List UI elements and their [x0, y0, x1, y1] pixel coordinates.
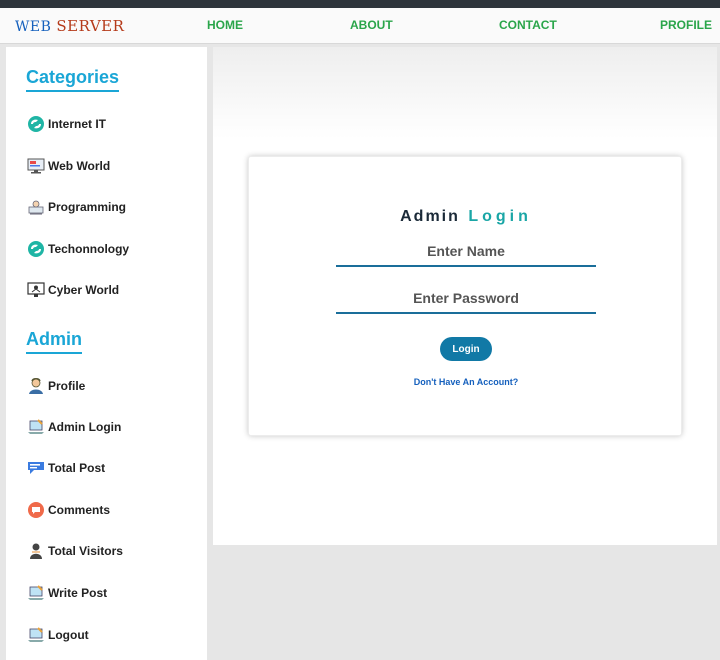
sidebar-item-label: Write Post	[48, 586, 108, 600]
sidebar-item-label: Cyber World	[48, 283, 120, 297]
sidebar-item-label: Total Visitors	[48, 544, 123, 558]
sidebar-item-internet-it[interactable]: Internet IT	[26, 114, 106, 134]
internet-icon	[26, 114, 46, 134]
sidebar-item-label: Web World	[48, 159, 111, 173]
sidebar-item-label: Logout	[48, 628, 89, 642]
sidebar-item-comments[interactable]: Comments	[26, 500, 110, 520]
sidebar-item-admin-login[interactable]: Admin Login	[26, 417, 121, 437]
login-title: Admin Login	[249, 208, 683, 226]
categories-heading: Categories	[26, 67, 120, 92]
sidebar-item-write-post[interactable]: Write Post	[26, 583, 107, 603]
sidebar: Categories Internet IT Web World Program…	[6, 47, 207, 660]
sidebar-item-label: Profile	[48, 379, 86, 393]
comment-icon	[26, 500, 46, 520]
sidebar-item-web-world[interactable]: Web World	[26, 156, 110, 176]
sidebar-item-cyber-world[interactable]: Cyber World	[26, 280, 119, 300]
site-logo[interactable]: WEB SERVER	[15, 17, 124, 35]
sidebar-item-total-visitors[interactable]: Total Visitors	[26, 541, 123, 561]
laptop-icon	[26, 625, 46, 645]
sidebar-item-programming[interactable]: Programming	[26, 197, 126, 217]
laptop-icon	[26, 417, 46, 437]
password-input[interactable]	[336, 284, 596, 314]
sidebar-item-label: Programming	[48, 200, 127, 214]
logo-word-server: SERVER	[56, 17, 125, 35]
blog-icon	[26, 458, 46, 478]
technology-icon	[26, 239, 46, 259]
programming-icon	[26, 197, 46, 217]
visitor-icon	[26, 541, 46, 561]
sidebar-item-total-post[interactable]: Total Post	[26, 458, 105, 478]
monitor-icon	[26, 156, 46, 176]
sidebar-item-label: Total Post	[48, 461, 106, 475]
name-input[interactable]	[336, 237, 596, 267]
sidebar-item-label: Comments	[48, 503, 111, 517]
laptop-icon	[26, 583, 46, 603]
main-content: Admin Login Login Don't Have An Account?	[213, 47, 717, 545]
login-button[interactable]: Login	[440, 337, 492, 361]
sidebar-item-logout[interactable]: Logout	[26, 625, 89, 645]
sidebar-item-label: Internet IT	[48, 117, 107, 131]
sidebar-item-profile[interactable]: Profile	[26, 376, 85, 396]
login-card: Admin Login Login Don't Have An Account?	[248, 156, 682, 436]
user-icon	[26, 376, 46, 396]
admin-heading: Admin	[26, 329, 82, 354]
main-header-fade	[213, 47, 717, 139]
nav-contact[interactable]: CONTACT	[499, 18, 557, 32]
cyber-icon	[26, 280, 46, 300]
nav-profile[interactable]: PROFILE	[660, 18, 712, 32]
signup-link[interactable]: Don't Have An Account?	[249, 377, 683, 387]
sidebar-item-label: Techonnology	[48, 242, 130, 256]
sidebar-item-technology[interactable]: Techonnology	[26, 239, 129, 259]
navbar: WEB SERVER HOME ABOUT CONTACT PROFILE	[0, 8, 720, 44]
logo-word-web: WEB	[15, 19, 52, 35]
top-strip	[0, 0, 720, 8]
login-title-admin: Admin	[400, 208, 460, 225]
sidebar-item-label: Admin Login	[48, 420, 122, 434]
login-title-login: Login	[468, 208, 532, 225]
nav-about[interactable]: ABOUT	[350, 18, 393, 32]
nav-home[interactable]: HOME	[207, 18, 243, 32]
